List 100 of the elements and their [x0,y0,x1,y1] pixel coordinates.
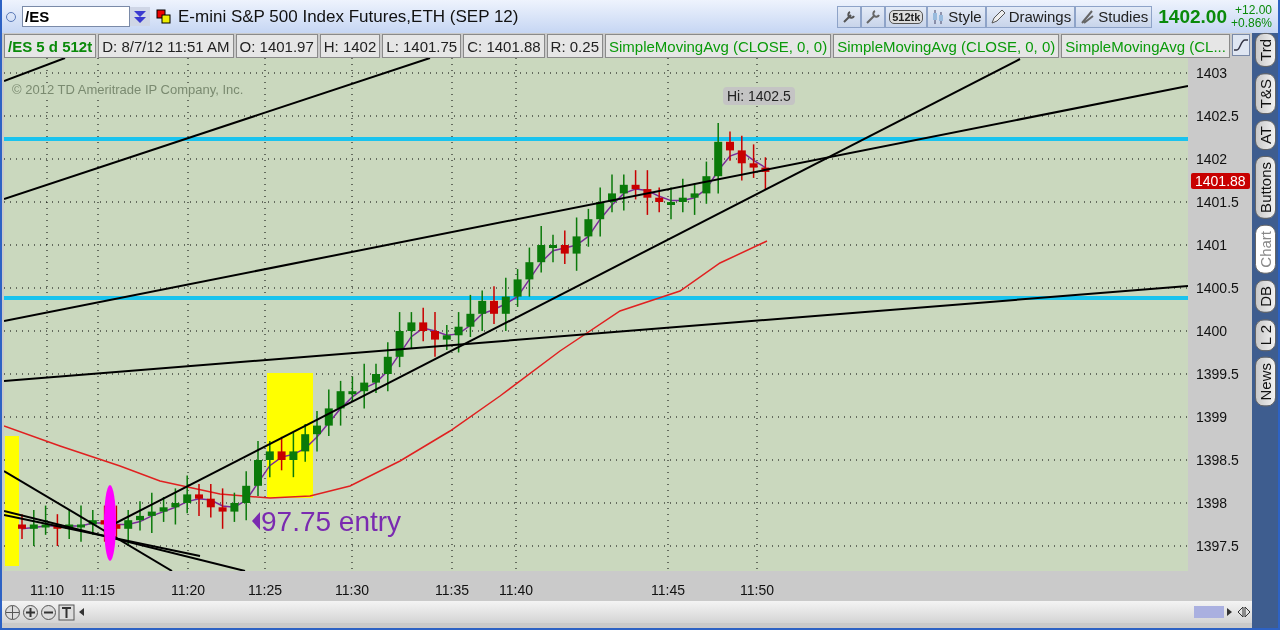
text-tool-icon [58,603,75,621]
candle [737,135,746,182]
candle [678,178,687,214]
candle [29,509,38,547]
tool-button[interactable] [861,5,886,28]
side-tab[interactable]: News [1254,356,1276,407]
candle [360,362,369,410]
price-tick: 1398 [1196,495,1228,511]
annotation-text: 97.75 entry [261,506,402,537]
candle [454,311,463,354]
candle [171,487,180,526]
copyright-text: © 2012 TD Ameritrade IP Company, Inc. [12,82,244,97]
candle [289,431,298,478]
candle [348,375,357,403]
side-tab[interactable]: Chart [1254,225,1276,274]
candle [65,509,74,540]
candle [195,483,203,517]
drawings-button[interactable]: Drawings [985,5,1076,28]
percent-change: +0.86% [1230,16,1272,30]
candle [53,513,62,547]
candle [608,173,616,214]
price-tick: 1400 [1196,323,1228,339]
scrollbar-thumb[interactable] [1194,606,1224,618]
candle [478,289,487,332]
time-tick: 11:30 [335,582,369,598]
price-tick: 1400.5 [1196,280,1239,296]
candle [726,130,734,162]
candle [277,436,286,472]
candle [242,470,251,521]
candle [667,186,675,220]
time-tick: 11:15 [81,582,115,598]
wrench-icon [865,8,882,25]
ohlc-value: D: 8/7/12 11:51 AM [98,34,234,58]
zoom-out-icon [40,603,57,621]
candle [596,186,605,238]
price-tick: 1402.5 [1196,108,1239,124]
time-tick: 11:10 [30,582,64,598]
style-button[interactable]: Style [927,5,986,28]
ohlc-value: C: 1401.88 [463,34,545,58]
aggregation-button[interactable]: 512tk [885,5,928,28]
high-label: Hi: 1402.5 [723,87,795,105]
candle [643,169,652,216]
candle [690,182,699,216]
time-tick: 11:35 [435,582,469,598]
time-tick: 11:45 [651,582,685,598]
candle [431,311,439,358]
side-tab[interactable]: T&S [1254,72,1276,115]
candle [230,491,239,523]
side-tab[interactable]: AT [1254,120,1276,151]
candle [136,500,144,532]
candle [702,160,711,205]
ohlc-value: R: 0.25 [546,34,603,58]
tool-button[interactable] [837,5,862,28]
candle [265,440,274,478]
candle [572,216,581,272]
dropdown-button[interactable] [130,7,150,26]
symbol-field[interactable]: /ES [22,6,130,27]
candle [749,143,758,179]
candle [77,504,85,543]
study-settings-button[interactable] [1231,34,1250,56]
candle [372,362,380,394]
price-tick: 1397.5 [1196,538,1239,554]
price-tick: 1398.5 [1196,452,1239,468]
candle [324,388,333,437]
candle [619,173,628,212]
candle [383,341,392,392]
candle [41,504,50,536]
price-tick: 1402 [1196,151,1228,167]
price-tick: 1399.5 [1196,366,1239,382]
candle [560,229,569,265]
squares-icon [156,8,172,25]
price-tick: 1399 [1196,409,1228,425]
time-tick: 11:50 [740,582,774,598]
candle [490,285,498,325]
candle [301,423,310,463]
candle [147,491,156,534]
side-tab[interactable]: Buttons [1254,156,1276,220]
wrench-icon [841,8,858,25]
candle [631,169,640,201]
candle [501,276,510,332]
caret-icon [133,9,147,24]
side-tab[interactable]: Trd [1254,33,1276,67]
candle [206,483,215,519]
candle [407,311,416,349]
side-tab[interactable]: DB [1254,279,1276,313]
ohlc-value: O: 1401.97 [235,34,318,58]
studies-button[interactable]: Studies [1075,5,1153,28]
candle [442,324,451,351]
side-tab[interactable]: L 2 [1254,318,1276,351]
crosshair-icon [4,603,21,621]
ohlc-value: H: 1402 [319,34,381,58]
candle [254,440,262,497]
price-tick: 1401 [1196,237,1228,253]
curve-icon [1232,38,1249,52]
candle [124,509,133,547]
time-tick: 11:25 [248,582,282,598]
ohlc-value: L: 1401.75 [382,34,462,58]
zoom-in-icon [22,603,39,621]
candle [313,410,321,453]
candle [525,246,534,298]
